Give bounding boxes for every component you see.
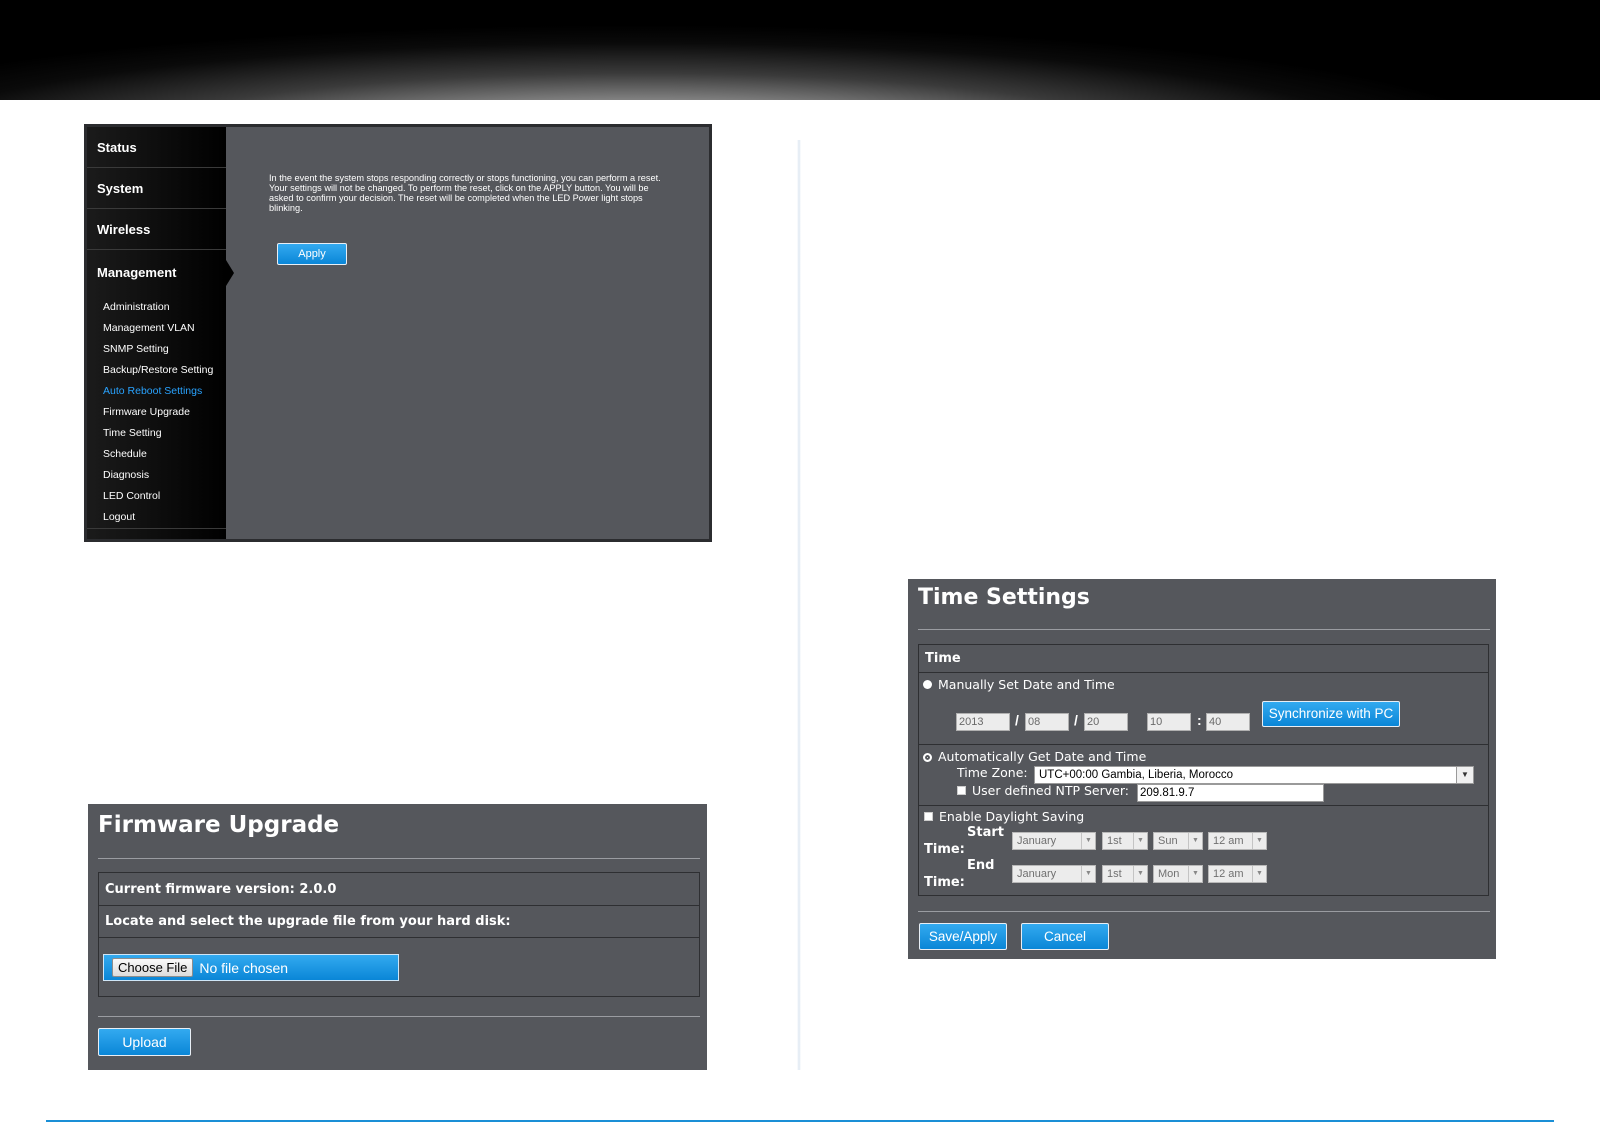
time-settings-panel: Time Settings Time Manually Set Date and… [908,579,1496,959]
choose-file-button[interactable]: Choose File [112,958,194,977]
nav-sub-snmp-setting[interactable]: SNMP Setting [103,339,226,360]
chevron-down-icon: ▼ [1133,866,1147,882]
end-label: End [967,858,995,873]
nav-sub-firmware-upgrade[interactable]: Firmware Upgrade [103,402,226,423]
nav-sub-management-vlan[interactable]: Management VLAN [103,318,226,339]
end-hour-select[interactable]: 12 am ▼ [1208,865,1267,883]
start-month-select[interactable]: January ▼ [1012,832,1096,850]
end-month-select[interactable]: January ▼ [1012,865,1096,883]
end-week-select[interactable]: 1st ▼ [1102,865,1148,883]
end-day-select[interactable]: Mon ▼ [1153,865,1203,883]
minute-input[interactable]: 40 [1206,713,1250,731]
start-month-value: January [1017,835,1057,847]
auto-label: Automatically Get Date and Time [938,749,1147,764]
header-banner [0,0,1600,100]
title-rule [918,629,1490,630]
file-input[interactable]: Choose File No file chosen [103,954,399,981]
start-day-value: Sun [1158,835,1178,847]
nav-submenu: Administration Management VLAN SNMP Sett… [87,294,226,528]
timezone-select[interactable]: UTC+00:00 Gambia, Liberia, Morocco ▼ [1034,766,1474,784]
start-week-value: 1st [1107,835,1122,847]
nav-sub-logout[interactable]: Logout [103,507,226,528]
start-label: Start [967,825,1004,840]
chevron-down-icon: ▼ [1133,833,1147,849]
dst-section: Enable Daylight Saving Start Time: Janua… [919,806,1488,896]
auto-radio[interactable] [923,753,932,762]
chevron-down-icon[interactable]: ▼ [1456,767,1473,783]
firmware-title: Firmware Upgrade [98,812,340,838]
firmware-box: Current firmware version: 2.0.0 Locate a… [98,872,700,997]
footer-rule [98,1016,700,1017]
time-separator: : [1197,712,1202,728]
timezone-label: Time Zone: [957,765,1028,780]
auto-section: Automatically Get Date and Time Time Zon… [919,745,1488,806]
dst-checkbox[interactable] [924,812,933,821]
manual-label: Manually Set Date and Time [938,677,1115,692]
current-firmware-version: Current firmware version: 2.0.0 [99,873,699,906]
column-divider [797,140,801,1070]
manual-radio[interactable] [923,680,932,689]
apply-button[interactable]: Apply [277,243,347,265]
save-apply-button[interactable]: Save/Apply [919,923,1007,950]
date-separator: / [1015,712,1019,728]
file-status: No file chosen [199,959,289,976]
ntp-label: User defined NTP Server: [972,783,1129,798]
nav-sub-backup-restore[interactable]: Backup/Restore Setting [103,360,226,381]
upload-button[interactable]: Upload [98,1028,191,1056]
hour-input[interactable]: 10 [1147,713,1191,731]
end-week-value: 1st [1107,868,1122,880]
nav-system[interactable]: System [87,168,226,209]
start-week-select[interactable]: 1st ▼ [1102,832,1148,850]
month-input[interactable]: 08 [1025,713,1069,731]
nav-sub-diagnosis[interactable]: Diagnosis [103,465,226,486]
chevron-down-icon: ▼ [1081,833,1095,849]
timezone-value: UTC+00:00 Gambia, Liberia, Morocco [1039,769,1233,781]
time-title: Time Settings [918,585,1090,610]
nav-sub-led-control[interactable]: LED Control [103,486,226,507]
locate-file-label: Locate and select the upgrade file from … [99,906,699,938]
title-rule [98,858,700,859]
end-hour-value: 12 am [1213,868,1244,880]
nav-sub-administration[interactable]: Administration [103,297,226,318]
nav-bottom-rule [87,528,226,529]
chevron-down-icon: ▼ [1188,866,1202,882]
end-month-value: January [1017,868,1057,880]
chevron-down-icon: ▼ [1252,833,1266,849]
end-time-label: Time: [924,875,965,890]
ntp-server-input[interactable]: 209.81.9.7 [1137,784,1324,802]
page: { "colors": { "accent": "#1a8fd6", "pane… [0,0,1600,1122]
sidebar-nav: Status System Wireless Management Admini… [87,127,234,539]
day-input[interactable]: 20 [1084,713,1128,731]
manual-section: Manually Set Date and Time 2013 / 08 / 2… [919,673,1488,745]
nav-sub-time-setting[interactable]: Time Setting [103,423,226,444]
footer-rule [918,911,1490,912]
synchronize-with-pc-button[interactable]: Synchronize with PC [1262,701,1400,727]
auto-reboot-panel: Status System Wireless Management Admini… [84,124,712,542]
end-day-value: Mon [1158,868,1180,880]
cancel-button[interactable]: Cancel [1021,923,1109,950]
nav-status[interactable]: Status [87,127,226,168]
section-time-heading: Time [919,645,1488,673]
chevron-down-icon: ▼ [1081,866,1095,882]
reboot-description: In the event the system stops responding… [269,173,661,213]
start-time-label: Time: [924,842,965,857]
ntp-checkbox[interactable] [957,786,966,795]
chevron-down-icon: ▼ [1188,833,1202,849]
year-input[interactable]: 2013 [956,713,1010,731]
time-box: Time Manually Set Date and Time 2013 / 0… [918,644,1489,896]
nav-sub-schedule[interactable]: Schedule [103,444,226,465]
dst-label: Enable Daylight Saving [939,809,1085,824]
nav-sub-auto-reboot[interactable]: Auto Reboot Settings [103,381,226,402]
start-hour-value: 12 am [1213,835,1244,847]
start-day-select[interactable]: Sun ▼ [1153,832,1203,850]
nav-wireless[interactable]: Wireless [87,209,226,250]
date-separator: / [1074,712,1078,728]
start-hour-select[interactable]: 12 am ▼ [1208,832,1267,850]
nav-management[interactable]: Management [87,250,234,294]
chevron-down-icon: ▼ [1252,866,1266,882]
firmware-upgrade-panel: Firmware Upgrade Current firmware versio… [88,804,707,1070]
